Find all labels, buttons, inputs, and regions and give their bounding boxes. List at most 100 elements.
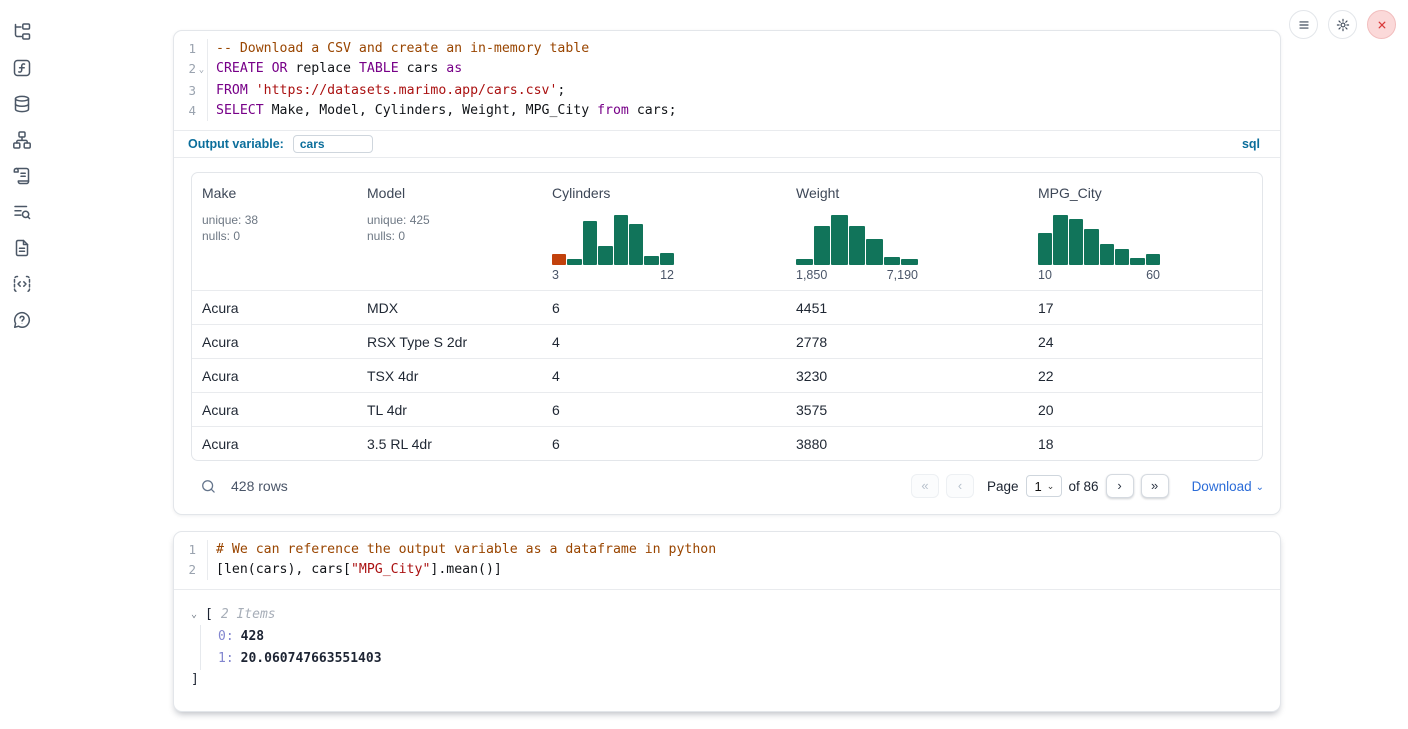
histogram-bar[interactable] xyxy=(1084,229,1098,265)
dependency-graph-icon[interactable] xyxy=(12,130,32,150)
code-snippets-icon[interactable] xyxy=(12,274,32,294)
histogram-bar[interactable] xyxy=(629,224,643,265)
unique-count: unique: 425 xyxy=(367,213,430,227)
last-page-button[interactable]: » xyxy=(1141,474,1169,498)
histogram-bar[interactable] xyxy=(1053,215,1067,265)
token-pl: [len(cars), cars[ xyxy=(216,562,351,577)
notebook-actions xyxy=(1289,10,1396,39)
python-code-editor[interactable]: 1 # We can reference the output variable … xyxy=(174,532,1280,589)
histogram-bar[interactable] xyxy=(614,215,628,265)
table-cell: 24 xyxy=(1028,334,1262,350)
code-line[interactable]: 2⌄CREATE OR replace TABLE cars as xyxy=(174,59,1280,81)
table-row[interactable]: AcuraRSX Type S 2dr4277824 xyxy=(192,324,1262,358)
page-total-label: of 86 xyxy=(1069,479,1099,494)
sql-code-editor[interactable]: 1-- Download a CSV and create an in-memo… xyxy=(174,31,1280,130)
search-icon[interactable] xyxy=(200,478,217,495)
column-header-make[interactable]: Make unique: 38 nulls: 0 xyxy=(192,183,357,290)
python-output: ⌄ [ 2 Items 0: 428 1: 20.060747663551403… xyxy=(174,590,1280,690)
histogram-bar[interactable] xyxy=(796,259,813,266)
database-icon[interactable] xyxy=(12,94,32,114)
column-header-model[interactable]: Model unique: 425 nulls: 0 xyxy=(357,183,542,290)
table-row[interactable]: AcuraMDX6445117 xyxy=(192,290,1262,324)
histogram-bar[interactable] xyxy=(884,257,901,266)
histogram-bar[interactable] xyxy=(866,239,883,265)
code-line[interactable]: 1 # We can reference the output variable … xyxy=(174,540,1280,560)
histogram-bar[interactable] xyxy=(849,226,866,265)
histogram-bar[interactable] xyxy=(1100,244,1114,265)
code-line[interactable]: 1-- Download a CSV and create an in-memo… xyxy=(174,39,1280,59)
next-page-button[interactable]: › xyxy=(1106,474,1134,498)
code-line[interactable]: 2[len(cars), cars["MPG_City"].mean()] xyxy=(174,560,1280,580)
table-row[interactable]: AcuraTL 4dr6357520 xyxy=(192,392,1262,426)
gutter-spacer xyxy=(196,560,208,580)
code-text: CREATE OR replace TABLE cars as xyxy=(208,59,462,81)
token-kw: as xyxy=(446,61,462,76)
table-cell: Acura xyxy=(192,436,357,452)
table-cell: 17 xyxy=(1028,300,1262,316)
scroll-icon[interactable] xyxy=(12,166,32,186)
page-select[interactable]: 1 ⌄ xyxy=(1026,475,1062,497)
settings-button[interactable] xyxy=(1328,10,1357,39)
histogram-bar[interactable] xyxy=(831,215,848,265)
table-header-row: Make unique: 38 nulls: 0 Model unique: 4… xyxy=(192,173,1262,290)
item-index: 1: xyxy=(218,651,234,666)
histogram-bar[interactable] xyxy=(644,256,658,265)
histogram-bar[interactable] xyxy=(598,246,612,265)
code-line[interactable]: 3 FROM 'https://datasets.marimo.app/cars.… xyxy=(174,81,1280,101)
table-row[interactable]: Acura3.5 RL 4dr6388018 xyxy=(192,426,1262,460)
histogram-bar[interactable] xyxy=(1038,233,1052,266)
prev-page-button[interactable]: ‹ xyxy=(946,474,974,498)
helper-sidebar xyxy=(0,0,44,330)
menu-button[interactable] xyxy=(1289,10,1318,39)
column-header-cylinders[interactable]: Cylinders 312 xyxy=(542,183,786,290)
first-page-button[interactable]: « xyxy=(911,474,939,498)
file-text-icon[interactable] xyxy=(12,238,32,258)
fold-chevron-icon[interactable]: ⌄ xyxy=(196,59,208,81)
item-count: 2 Items xyxy=(221,607,276,622)
histogram-axis-labels: 1060 xyxy=(1038,268,1160,282)
table-cell: MDX xyxy=(357,300,542,316)
histogram-bar[interactable] xyxy=(901,259,918,265)
gutter-spacer xyxy=(196,39,208,59)
output-variable-input[interactable] xyxy=(293,135,373,153)
function-square-icon[interactable] xyxy=(12,58,32,78)
histogram-bar[interactable] xyxy=(814,226,831,265)
close-button[interactable] xyxy=(1367,10,1396,39)
line-number: 2 xyxy=(174,560,196,580)
item-value: 428 xyxy=(241,629,264,644)
output-variable-label: Output variable: xyxy=(188,137,284,151)
collapse-chevron-icon[interactable]: ⌄ xyxy=(191,609,205,620)
line-number: 3 xyxy=(174,81,196,101)
text-search-icon[interactable] xyxy=(12,202,32,222)
open-bracket: [ xyxy=(205,607,213,622)
histogram-bar[interactable] xyxy=(1115,249,1129,266)
table-row[interactable]: AcuraTSX 4dr4323022 xyxy=(192,358,1262,392)
code-line[interactable]: 4SELECT Make, Model, Cylinders, Weight, … xyxy=(174,101,1280,121)
histogram-bar[interactable] xyxy=(1146,254,1160,265)
code-text: # We can reference the output variable a… xyxy=(208,540,716,560)
histogram-bar[interactable] xyxy=(583,221,597,265)
histogram-bar[interactable] xyxy=(1130,258,1144,265)
file-tree-icon[interactable] xyxy=(12,22,32,42)
help-bubble-icon[interactable] xyxy=(12,310,32,330)
table-cell: RSX Type S 2dr xyxy=(357,334,542,350)
token-str: 'https://datasets.marimo.app/cars.csv' xyxy=(256,83,558,98)
column-header-weight[interactable]: Weight 1,8507,190 xyxy=(786,183,1028,290)
token-pl: cars; xyxy=(629,103,677,118)
unique-count: unique: 38 xyxy=(202,213,258,227)
axis-label: 3 xyxy=(552,268,559,282)
histogram-bar[interactable] xyxy=(1069,219,1083,265)
chevron-down-icon: ⌄ xyxy=(1047,481,1055,492)
language-badge: sql xyxy=(1242,137,1260,151)
histogram-bar[interactable] xyxy=(567,259,581,265)
histogram-bar[interactable] xyxy=(552,254,566,265)
tree-entries: 0: 428 1: 20.060747663551403 xyxy=(200,625,1260,670)
line-number: 2 xyxy=(174,59,196,81)
column-header-mpg-city[interactable]: MPG_City 1060 xyxy=(1028,183,1262,290)
download-button[interactable]: Download ⌄ xyxy=(1192,479,1264,494)
line-number: 1 xyxy=(174,540,196,560)
histogram-bar[interactable] xyxy=(660,253,674,266)
code-text: FROM 'https://datasets.marimo.app/cars.c… xyxy=(208,81,565,101)
cylinders-histogram: 312 xyxy=(552,215,674,282)
page-value: 1 xyxy=(1035,479,1042,494)
